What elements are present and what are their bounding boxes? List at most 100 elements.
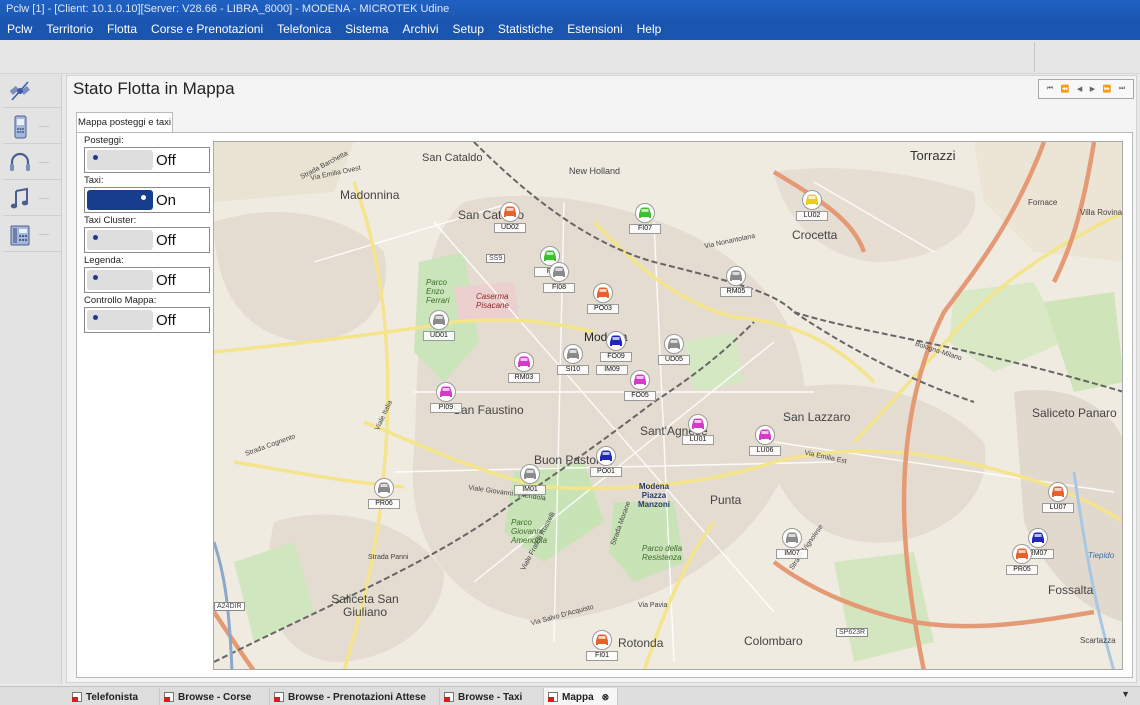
taxi-toggle[interactable]: On — [84, 187, 210, 213]
taxi-marker[interactable]: LU06 — [749, 425, 781, 459]
sidebar-dash — [39, 234, 49, 235]
legenda-toggle[interactable]: Off — [84, 267, 210, 293]
taxi-marker[interactable]: FI01 — [586, 630, 618, 664]
fleet-map[interactable]: San Cataldo Torrazzi Madonnina New Holla… — [213, 141, 1123, 670]
menu-help[interactable]: Help — [632, 19, 671, 40]
car-icon-ring — [563, 344, 583, 364]
control-taxi: Taxi: On — [84, 175, 214, 213]
sidebar-headset-button[interactable] — [3, 146, 61, 180]
map-label: Via Pavia — [638, 602, 668, 609]
taxi-marker[interactable]: RM05 — [720, 266, 752, 300]
taxi-marker[interactable]: PR05 — [1006, 544, 1038, 578]
menu-archivi[interactable]: Archivi — [398, 19, 448, 40]
previous-icon[interactable]: ◀ — [1077, 85, 1082, 93]
car-icon-ring — [549, 262, 569, 282]
tab-browse-corse[interactable]: Browse - Corse — [160, 688, 270, 705]
taxi-marker[interactable]: PR06 — [368, 478, 400, 512]
tab-browse-taxi[interactable]: Browse - Taxi — [440, 688, 544, 705]
taxi-marker[interactable]: IM09 — [596, 344, 628, 378]
taxi-code: IM07 — [776, 549, 808, 559]
map-label: Tiepido — [1088, 551, 1115, 560]
toggle-track — [87, 230, 153, 250]
menu-pclw[interactable]: Pclw — [2, 19, 41, 40]
taxi-cluster-toggle[interactable]: Off — [84, 227, 210, 253]
car-icon — [567, 348, 579, 359]
taxi-marker[interactable]: LU02 — [796, 190, 828, 224]
tab-mappa[interactable]: Mappa ⊗ — [544, 688, 618, 705]
taxi-marker[interactable]: FI08 — [543, 262, 575, 296]
toggle-knob — [93, 155, 98, 160]
control-label: Controllo Mappa: — [84, 295, 157, 306]
menu-corse-prenotazioni[interactable]: Corse e Prenotazioni — [146, 19, 272, 40]
taxi-marker[interactable]: PO03 — [587, 283, 619, 317]
taxi-marker[interactable]: UD05 — [658, 334, 690, 368]
taxi-marker[interactable]: PI09 — [430, 382, 462, 416]
control-label: Posteggi: — [84, 135, 124, 146]
menu-statistiche[interactable]: Statistiche — [493, 19, 562, 40]
taxi-marker[interactable]: LU01 — [682, 414, 714, 448]
tab-mappa-posteggi-taxi[interactable]: Mappa posteggi e taxi — [76, 112, 173, 133]
posteggi-toggle[interactable]: Off — [84, 147, 210, 173]
taxi-marker[interactable]: PO01 — [590, 446, 622, 480]
taxi-marker[interactable]: UD01 — [423, 310, 455, 344]
window-icon — [444, 692, 454, 702]
taxi-code: FI01 — [586, 651, 618, 661]
tab-browse-prenotazioni-attese[interactable]: Browse - Prenotazioni Attese — [270, 688, 440, 705]
rewind-icon[interactable]: ⏪ — [1061, 85, 1070, 93]
menu-setup[interactable]: Setup — [448, 19, 493, 40]
map-label: Saliceta San Giuliano — [331, 592, 399, 619]
car-icon — [504, 206, 516, 217]
taxi-marker[interactable]: IM07 — [776, 528, 808, 562]
map-label: Strada Panni — [368, 554, 409, 561]
taxi-marker[interactable]: FO05 — [624, 370, 656, 404]
taxi-code: PI09 — [430, 403, 462, 413]
menu-estensioni[interactable]: Estensioni — [562, 19, 631, 40]
menu-flotta[interactable]: Flotta — [102, 19, 146, 40]
menu-sistema[interactable]: Sistema — [340, 19, 397, 40]
car-icon — [730, 270, 742, 281]
sidebar-deskphone-button[interactable] — [3, 218, 61, 252]
controllo-mappa-toggle[interactable]: Off — [84, 307, 210, 333]
toolbar — [0, 40, 1140, 74]
map-label: New Holland — [569, 166, 621, 176]
menu-territorio[interactable]: Territorio — [41, 19, 102, 40]
map-label: Parco della Resistenza — [642, 544, 683, 562]
tab-content: Posteggi: Off Taxi: On Taxi Cluster: Off… — [76, 132, 1133, 678]
sidebar-dash — [39, 162, 49, 163]
taxi-code: FI07 — [629, 224, 661, 234]
map-label: Crocetta — [792, 228, 838, 242]
map-label: Villa Rovina — [1080, 208, 1123, 217]
menu-telefonica[interactable]: Telefonica — [272, 19, 340, 40]
application-window: Pclw [1] - [Client: 10.1.0.10][Server: V… — [0, 0, 1140, 705]
window-icon — [72, 692, 82, 702]
first-record-icon[interactable]: ⏮ — [1047, 85, 1053, 93]
toggle-state: Off — [156, 272, 176, 289]
chevron-down-icon[interactable]: ▼ — [1121, 689, 1130, 699]
taxi-marker[interactable]: RM03 — [508, 352, 540, 386]
mobile-phone-icon — [14, 115, 27, 138]
tab-telefonista[interactable]: Telefonista — [68, 688, 160, 705]
car-icon-ring — [635, 203, 655, 223]
fast-forward-icon[interactable]: ⏩ — [1103, 85, 1112, 93]
taxi-marker[interactable]: SI10 — [557, 344, 589, 378]
last-record-icon[interactable]: ⏭ — [1119, 85, 1125, 93]
sidebar-music-button[interactable] — [3, 182, 61, 216]
sidebar-satellite-button[interactable] — [3, 74, 61, 108]
next-icon[interactable]: ▶ — [1090, 85, 1095, 93]
car-icon-ring — [630, 370, 650, 390]
car-icon-ring — [592, 630, 612, 650]
car-icon — [378, 482, 390, 493]
taxi-marker[interactable]: LU07 — [1042, 482, 1074, 516]
taxi-code: FO05 — [624, 391, 656, 401]
sidebar-mobile-button[interactable] — [3, 110, 61, 144]
taxi-marker[interactable]: FI07 — [629, 203, 661, 237]
taxi-marker[interactable]: IM01 — [514, 464, 546, 498]
map-label: Modena Piazza Manzoni — [638, 482, 670, 509]
close-icon[interactable]: ⊗ — [602, 689, 610, 705]
car-icon — [806, 194, 818, 205]
car-icon-ring — [782, 528, 802, 548]
taxi-marker[interactable]: UD02 — [494, 202, 526, 236]
car-icon — [596, 634, 608, 645]
tab-label: Browse - Corse — [178, 691, 252, 703]
car-icon — [553, 266, 565, 277]
